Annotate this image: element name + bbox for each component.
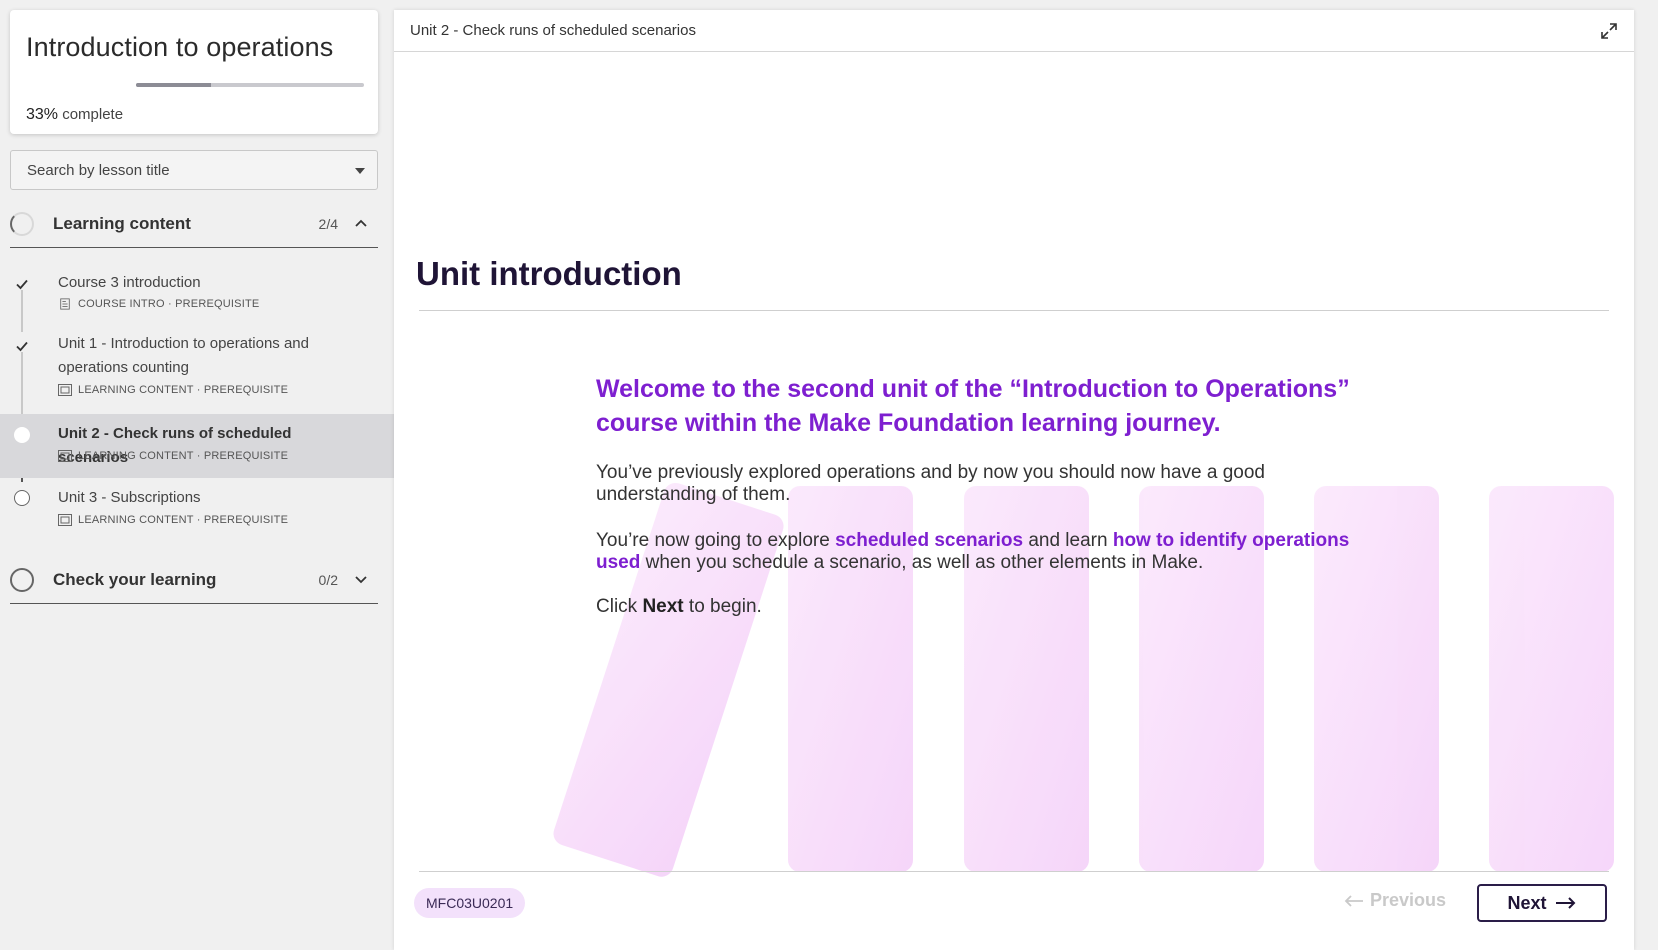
lesson-item-unit-1[interactable]: Unit 1 - Introduction to operations and …: [0, 326, 394, 408]
divider: [419, 310, 1609, 311]
progress-percent: 33%: [26, 106, 59, 123]
decorative-bar: [1489, 486, 1614, 872]
lesson-meta-text: LEARNING CONTENT · PREREQUISITE: [78, 450, 289, 462]
arrow-right-icon: [1555, 897, 1575, 909]
document-icon: [60, 298, 70, 310]
lesson-code-badge: MFC03U0201: [414, 888, 526, 918]
lesson-meta: LEARNING CONTENT · PREREQUISITE: [58, 450, 288, 462]
lesson-item-unit-2[interactable]: Unit 2 - Check runs of scheduled scenari…: [0, 414, 394, 478]
expand-icon[interactable]: [1600, 22, 1618, 40]
progress-bar-fill: [136, 83, 212, 87]
intro-paragraph-2: You’re now going to explore scheduled sc…: [596, 530, 1366, 574]
lesson-title: Unit 3 - Subscriptions: [58, 489, 201, 506]
text-span: Click: [596, 596, 643, 617]
next-label: Next: [1507, 892, 1547, 913]
lesson-title: Unit 2 - Check runs of scheduled scenari…: [58, 425, 292, 466]
course-title: Introduction to operations: [26, 32, 334, 62]
intro-paragraph-1: You’ve previously explored operations an…: [596, 462, 1265, 505]
search-placeholder: Search by lesson title: [27, 162, 170, 179]
section-count: 2/4: [318, 216, 338, 232]
current-lesson-marker: [14, 427, 30, 443]
monitor-icon: [58, 384, 72, 396]
lesson-content-panel: Unit 2 - Check runs of scheduled scenari…: [394, 10, 1634, 950]
lesson-search-dropdown[interactable]: Search by lesson title: [10, 150, 378, 190]
lesson-header-title: Unit 2 - Check runs of scheduled scenari…: [410, 22, 696, 39]
text-span: You’re now going to explore: [596, 530, 836, 551]
chevron-up-icon[interactable]: [354, 216, 368, 230]
lesson-item-course-3-introduction[interactable]: Course 3 introduction COURSE INTRO · PRE…: [0, 264, 394, 322]
section-check-your-learning[interactable]: Check your learning 0/2: [10, 556, 378, 604]
check-icon: [16, 341, 28, 352]
section-progress-ring: [10, 212, 34, 236]
monitor-icon: [58, 450, 72, 462]
section-title: Check your learning: [53, 570, 217, 589]
section-title: Learning content: [53, 214, 191, 233]
lesson-title: Unit 1 - Introduction to operations and …: [58, 335, 309, 376]
unit-heading: Unit introduction: [416, 255, 682, 292]
arrow-left-icon: [1344, 894, 1363, 907]
lesson-title: Course 3 introduction: [58, 274, 201, 291]
monitor-icon: [58, 514, 72, 526]
text-span: when you schedule a scenario, as well as…: [640, 552, 1204, 573]
lesson-meta-text: LEARNING CONTENT · PREREQUISITE: [78, 514, 289, 526]
next-button[interactable]: Next: [1477, 884, 1607, 922]
dropdown-caret-icon: [355, 168, 365, 174]
welcome-heading: Welcome to the second unit of the “Intro…: [596, 375, 1350, 437]
text-span: to begin.: [683, 596, 762, 617]
lesson-meta: COURSE INTRO · PREREQUISITE: [58, 298, 259, 310]
course-progress-card: Introduction to operations 33% complete: [10, 10, 378, 134]
section-progress-ring: [10, 568, 34, 592]
text-span: and learn: [1023, 530, 1113, 551]
course-sidebar: Introduction to operations 33% complete …: [0, 0, 394, 950]
lesson-meta: LEARNING CONTENT · PREREQUISITE: [58, 384, 288, 396]
intro-paragraph-3: Click Next to begin.: [596, 596, 1366, 618]
progress-text: 33% complete: [26, 106, 123, 124]
lesson-meta-text: LEARNING CONTENT · PREREQUISITE: [78, 384, 289, 396]
lesson-meta: LEARNING CONTENT · PREREQUISITE: [58, 514, 288, 526]
lesson-item-unit-3[interactable]: Unit 3 - Subscriptions LEARNING CONTENT …: [0, 478, 394, 540]
previous-label: Previous: [1370, 890, 1447, 910]
next-emphasis: Next: [642, 596, 684, 617]
chevron-down-icon[interactable]: [354, 572, 368, 586]
check-icon: [16, 279, 28, 290]
lesson-meta-text: COURSE INTRO · PREREQUISITE: [78, 298, 260, 310]
progress-bar: [136, 83, 364, 87]
section-learning-content[interactable]: Learning content 2/4: [10, 200, 378, 248]
lesson-todo-marker: [14, 490, 30, 506]
previous-button[interactable]: Previous: [1344, 890, 1446, 911]
highlight-scheduled-scenarios: scheduled scenarios: [835, 530, 1024, 551]
lesson-header: Unit 2 - Check runs of scheduled scenari…: [394, 10, 1634, 52]
section-count: 0/2: [318, 572, 338, 588]
footer-divider: [419, 871, 1609, 872]
progress-suffix: complete: [62, 106, 124, 123]
